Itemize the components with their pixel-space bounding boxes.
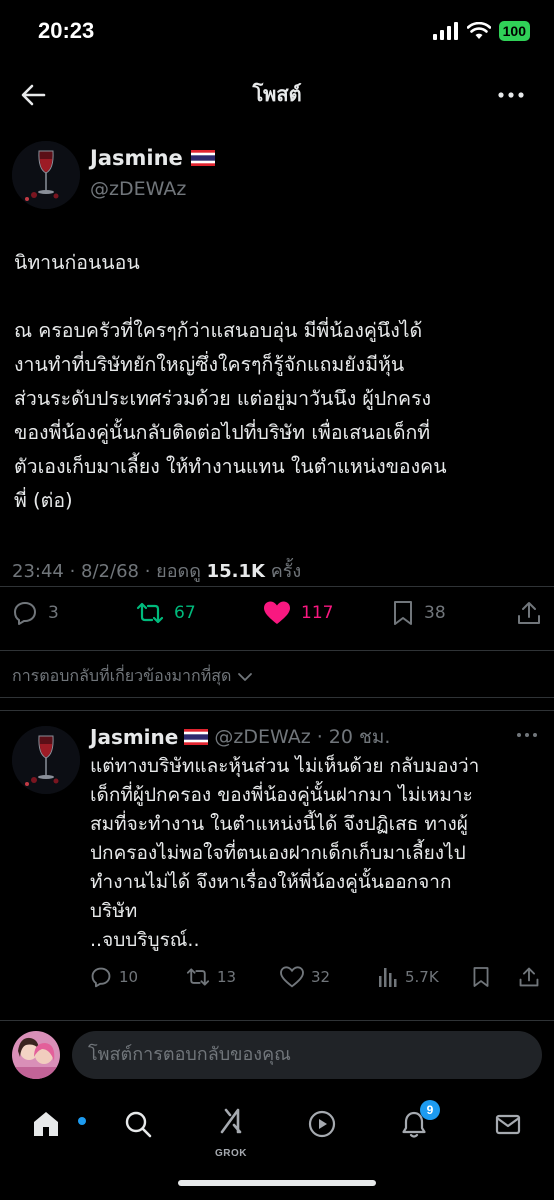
post-meta: 23:44 · 8/2/68 · ยอดดู 15.1K ครั้ง: [12, 556, 301, 585]
divider: [0, 586, 554, 587]
share-icon: [518, 602, 540, 624]
home-icon: [34, 1112, 58, 1136]
wine-glass-avatar-image: [12, 726, 80, 794]
reply-bookmark-button[interactable]: [472, 966, 490, 988]
tab-messages[interactable]: [488, 1104, 528, 1144]
reply-text-line: เด็กที่ผู้ปกครอง ของพี่น้องคู่นั้นฝากมา …: [90, 784, 473, 806]
bookmark-icon: [394, 601, 412, 625]
post-text-line: นิทานก่อนนอน: [14, 251, 140, 274]
cellular-signal-icon: [432, 22, 458, 40]
notifications-badge: 9: [420, 1100, 440, 1120]
reply-sort-label: การตอบกลับที่เกี่ยวข้องมากที่สุด: [12, 666, 232, 685]
reply-count: 3: [48, 603, 59, 623]
wifi-icon: [466, 22, 491, 39]
reply-repost-count: 13: [217, 968, 237, 986]
reply-header: Jasmine @zDEWAz · 20 ชม.: [90, 722, 390, 752]
post-view-count: 15.1K: [206, 561, 265, 582]
post-text-line: ตัวเองเก็บมาเลี้ยง ให้ทำงานแทน ในตำแหน่ง…: [14, 455, 447, 478]
status-icons: 100: [432, 21, 530, 41]
status-time: 20:23: [38, 18, 95, 43]
reply-text: แต่ทางบริษัทและหุ้นส่วน ไม่เห็นด้วย กลับ…: [90, 752, 540, 955]
reply-share-button[interactable]: [518, 966, 540, 988]
reply-like-button[interactable]: 32: [280, 966, 330, 988]
status-bar: 20:23 100: [0, 0, 554, 64]
bookmark-count: 38: [424, 603, 446, 623]
heart-icon: [280, 966, 304, 988]
like-button[interactable]: 117: [263, 600, 333, 626]
grok-icon: [220, 1108, 242, 1134]
battery-indicator: 100: [498, 21, 530, 41]
reply-text-line: ทำงานไม่ได้ จึงหาเรื่องให้พี่น้องคู่นั้น…: [90, 871, 452, 893]
reply-text-line: แต่ทางบริษัทและหุ้นส่วน ไม่เห็นด้วย กลับ…: [90, 755, 480, 777]
thailand-flag-icon: [184, 729, 209, 745]
post-text: นิทานก่อนนอน ณ ครอบครัวที่ใครๆก้ว่าแสนอบ…: [14, 246, 542, 518]
reply-views-button[interactable]: 5.7K: [378, 966, 439, 988]
post-actions: 3 67 117 38: [0, 600, 554, 640]
search-icon: [125, 1111, 152, 1138]
reply-compose-input[interactable]: โพสต์การตอบกลับของคุณ: [72, 1031, 542, 1079]
divider: [0, 650, 554, 651]
reply-actions: 10 13 32 5.7K: [90, 966, 540, 994]
share-button[interactable]: [516, 600, 542, 626]
post-text-line: งานทำที่บริษัทยักใหญ่ซึ่งใครๆก็รู้จักแถม…: [14, 353, 405, 376]
post-text-line: พี่ (ต่อ): [14, 489, 73, 512]
heart-filled-icon: [264, 601, 290, 624]
repost-button[interactable]: 67: [136, 600, 196, 626]
reply-text-line: สมที่จะทำงาน ในตำแหน่งนี้ได้ จึงปฏิเสธ ท…: [90, 813, 468, 835]
reply-author-name[interactable]: Jasmine: [90, 725, 178, 749]
reply-author-avatar[interactable]: [12, 726, 80, 794]
author-display-name[interactable]: Jasmine: [90, 146, 183, 170]
reply-text-line: ..จบบริบูรณ์..: [90, 929, 200, 951]
analytics-icon: [379, 968, 397, 987]
tab-home[interactable]: [26, 1104, 86, 1144]
reply-text-line: บริษัท: [90, 900, 138, 922]
reply-compose-bar: โพสต์การตอบกลับของคุณ: [0, 1020, 554, 1090]
mail-icon: [495, 1114, 521, 1135]
repost-count: 67: [174, 603, 196, 623]
reply-text-line: ปกครองไม่พอใจที่ตนเองฝากเด็กเก็บมาเลี้ยง…: [90, 842, 466, 864]
current-user-avatar[interactable]: [12, 1031, 60, 1079]
tab-grok[interactable]: GROK: [211, 1104, 251, 1159]
back-arrow-icon[interactable]: [18, 80, 48, 110]
post-text-line: ของพี่น้องคู่นั้นกลับติดต่อไปที่บริษัท เ…: [14, 421, 431, 444]
reply-view-count: 5.7K: [405, 968, 439, 986]
wine-glass-avatar-image: [12, 141, 80, 209]
post-view-suffix: ครั้ง: [270, 561, 302, 582]
repost-icon: [186, 968, 210, 986]
reply-handle-time[interactable]: @zDEWAz · 20 ชม.: [214, 722, 390, 752]
play-circle-icon: [308, 1110, 336, 1138]
repost-icon: [136, 602, 164, 624]
thailand-flag-icon: [190, 150, 215, 166]
bookmark-icon: [473, 967, 489, 987]
grok-label: GROK: [215, 1148, 247, 1159]
tab-search[interactable]: [118, 1104, 158, 1144]
reply-reply-count: 10: [119, 968, 139, 986]
like-count: 117: [301, 603, 334, 623]
more-options-icon[interactable]: [496, 80, 526, 110]
reply-icon: [14, 602, 36, 625]
post-text-line: ณ ครอบครัวที่ใครๆก้ว่าแสนอบอุ่น มีพี่น้อ…: [14, 319, 423, 342]
top-bar: โพสต์: [0, 64, 554, 124]
share-icon: [519, 967, 539, 987]
reply-reply-button[interactable]: 10: [90, 966, 138, 988]
post-text-line: ส่วนระดับประเทศร่วมด้วย แต่อยู่มาวันนึง …: [14, 387, 432, 410]
reply-like-count: 32: [311, 968, 331, 986]
reply-more-options-icon[interactable]: [516, 730, 538, 740]
tab-video[interactable]: [302, 1104, 342, 1144]
author-handle[interactable]: @zDEWAz: [90, 178, 186, 200]
reply-icon: [91, 967, 111, 988]
page-title: โพสต์: [252, 82, 302, 106]
reply-sort-dropdown[interactable]: การตอบกลับที่เกี่ยวข้องมากที่สุด: [12, 664, 253, 689]
author-avatar[interactable]: [12, 141, 80, 209]
bookmark-button[interactable]: 38: [392, 600, 446, 626]
user-photo-avatar-image: [12, 1031, 60, 1079]
section-separator: [0, 697, 554, 711]
reply-repost-button[interactable]: 13: [186, 966, 236, 988]
home-unread-dot: [78, 1117, 86, 1125]
home-indicator: [178, 1180, 376, 1186]
reply-button[interactable]: 3: [12, 600, 59, 626]
post-timestamp[interactable]: 23:44 · 8/2/68 · ยอดดู: [12, 561, 201, 582]
chevron-down-icon: [238, 672, 253, 681]
author-name-row: Jasmine: [90, 146, 215, 170]
